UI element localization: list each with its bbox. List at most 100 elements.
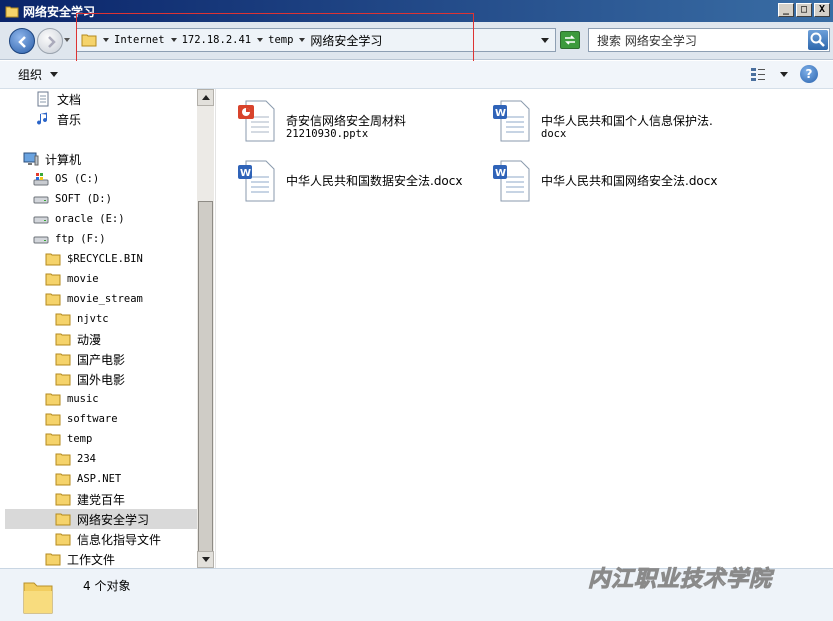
close-button[interactable]: X (814, 3, 830, 17)
back-button[interactable] (9, 28, 35, 54)
folder-icon (55, 351, 71, 367)
nav-item[interactable]: movie_stream (5, 289, 197, 309)
window-controls: _ □ X (778, 3, 830, 17)
nav-item[interactable]: 建党百年 (5, 489, 197, 509)
maximize-button[interactable]: □ (796, 3, 812, 17)
nav-item-label: njvtc (77, 313, 109, 325)
folder-icon (23, 582, 53, 614)
file-list[interactable]: 奇安信网络安全周材料 21210930.pptx W 中华人民共和国个人信息保护法. d… (215, 89, 833, 568)
chevron-down-icon[interactable] (257, 38, 264, 42)
nav-item[interactable]: movie (5, 269, 197, 289)
search-icon (810, 32, 825, 47)
nav-item[interactable]: 工作文件 (5, 549, 197, 568)
address-dropdown-icon[interactable] (541, 38, 549, 43)
nav-item[interactable]: 计算机 (5, 149, 197, 169)
folder-icon (45, 271, 61, 287)
nav-item[interactable]: njvtc (5, 309, 197, 329)
breadcrumb-host[interactable]: 172.18.2.41 (170, 34, 251, 46)
nav-item[interactable]: 信息化指导文件 (5, 529, 197, 549)
breadcrumb-internet[interactable]: Internet (103, 34, 165, 46)
nav-item-label: 动漫 (77, 332, 102, 347)
file-item[interactable]: W 中华人民共和国个人信息保护法. docx (489, 97, 739, 149)
folder-icon (55, 491, 71, 507)
nav-item[interactable]: 动漫 (5, 329, 197, 349)
nav-item-label: oracle (E:) (55, 213, 125, 225)
nav-item[interactable]: 文档 (5, 89, 197, 109)
file-name: 中华人民共和国数据安全法.docx (286, 157, 462, 188)
nav-item[interactable]: 网络安全学习 (5, 509, 197, 529)
nav-item-label: OS (C:) (55, 173, 100, 185)
file-name-line: 中华人民共和国网络安全法.docx (541, 174, 718, 188)
nav-item-label: music (67, 393, 99, 405)
minimize-button[interactable]: _ (778, 3, 794, 17)
forward-button[interactable] (37, 28, 63, 54)
search-button[interactable] (808, 30, 828, 50)
nav-item[interactable]: OS (C:) (5, 169, 197, 189)
nav-item[interactable]: software (5, 409, 197, 429)
nav-item[interactable]: 234 (5, 449, 197, 469)
nav-item[interactable]: oracle (E:) (5, 209, 197, 229)
folder-icon (45, 291, 61, 307)
scroll-thumb[interactable] (198, 201, 213, 556)
nav-item-label: ftp (F:) (55, 233, 106, 245)
refresh-button[interactable] (560, 31, 580, 49)
refresh-icon (565, 35, 575, 45)
folder-icon (55, 511, 71, 527)
nav-item[interactable]: music (5, 389, 197, 409)
nav-item-label: ASP.NET (77, 473, 122, 485)
title-bar[interactable]: 网络安全学习 _ □ X (0, 0, 833, 22)
nav-item-label: 信息化指导文件 (77, 532, 162, 547)
view-dropdown-icon[interactable] (780, 72, 788, 77)
word-file-icon: W (489, 157, 537, 205)
drive-icon (33, 191, 49, 207)
nav-item-label: movie (67, 273, 99, 285)
arrow-down-icon (202, 557, 210, 562)
file-name-line: 中华人民共和国个人信息保护法. (541, 114, 713, 128)
folder-icon (45, 391, 61, 407)
navigation-pane[interactable]: 文档音乐计算机 OS (C:) SOFT (D:) oracle (E:) ftp (F… (5, 89, 197, 568)
folder-icon (5, 6, 19, 17)
folder-icon (81, 34, 97, 47)
breadcrumb-temp[interactable]: temp (257, 34, 293, 46)
history-dropdown-icon[interactable] (64, 38, 70, 42)
svg-text:W: W (495, 108, 506, 119)
folder-icon (45, 551, 61, 567)
nav-item-label: 计算机 (45, 152, 82, 167)
organize-menu[interactable]: 组织 (18, 66, 59, 83)
folder-icon (55, 451, 71, 467)
file-item[interactable]: 奇安信网络安全周材料 21210930.pptx (234, 97, 484, 149)
file-item[interactable]: W 中华人民共和国网络安全法.docx (489, 157, 739, 209)
folder-icon (45, 411, 61, 427)
help-icon[interactable]: ? (800, 65, 818, 83)
nav-scrollbar[interactable] (197, 89, 214, 568)
folder-icon (45, 431, 61, 447)
scroll-up-button[interactable] (197, 89, 214, 106)
windows-drive-icon (33, 171, 49, 187)
nav-item[interactable]: temp (5, 429, 197, 449)
nav-item[interactable]: SOFT (D:) (5, 189, 197, 209)
window-title: 网络安全学习 (23, 4, 96, 19)
nav-item-label: 国外电影 (77, 372, 126, 387)
nav-item-label: $RECYCLE.BIN (67, 253, 143, 265)
view-options-icon[interactable] (750, 66, 766, 82)
nav-item-label: 234 (77, 453, 96, 465)
nav-item-label: software (67, 413, 118, 425)
nav-item[interactable]: 国外电影 (5, 369, 197, 389)
address-bar[interactable]: Internet 172.18.2.41 temp 网络安全学习 (76, 28, 556, 52)
scroll-down-button[interactable] (197, 551, 214, 568)
chevron-down-icon[interactable] (103, 38, 109, 42)
nav-item[interactable]: ASP.NET (5, 469, 197, 489)
chevron-down-icon[interactable] (299, 38, 306, 42)
breadcrumb-current[interactable]: 网络安全学习 (299, 32, 382, 49)
nav-item[interactable]: 音乐 (5, 109, 197, 129)
chevron-down-icon[interactable] (170, 38, 177, 42)
search-box[interactable] (588, 28, 830, 52)
search-input[interactable] (597, 33, 797, 47)
nav-item[interactable]: $RECYCLE.BIN (5, 249, 197, 269)
file-item[interactable]: W 中华人民共和国数据安全法.docx (234, 157, 484, 209)
nav-item-label: 音乐 (57, 112, 82, 127)
svg-text:W: W (495, 168, 506, 179)
nav-item[interactable]: ftp (F:) (5, 229, 197, 249)
nav-item[interactable]: 国产电影 (5, 349, 197, 369)
watermark: 内江职业技术学院 (587, 566, 773, 593)
